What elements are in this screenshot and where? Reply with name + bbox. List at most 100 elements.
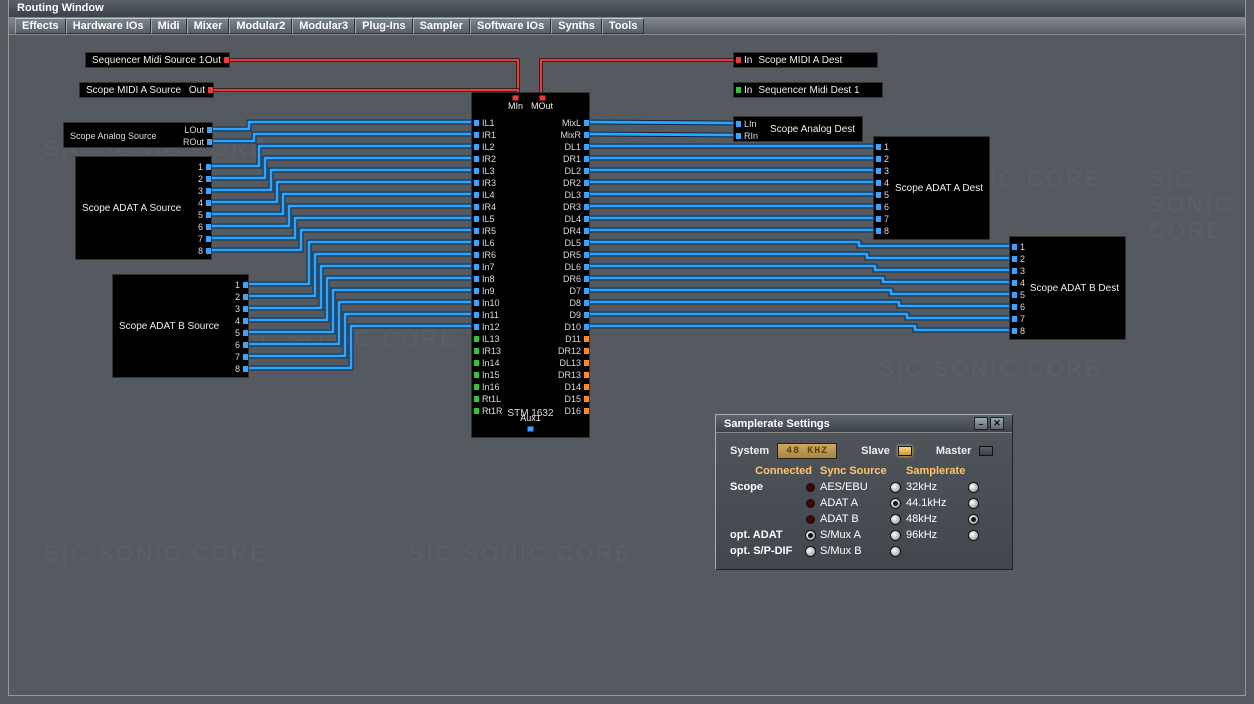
port-in-icon[interactable] (1012, 244, 1017, 250)
port-in-icon[interactable] (736, 121, 741, 127)
port-in-icon[interactable] (1012, 316, 1017, 322)
port-in-icon[interactable] (1012, 256, 1017, 262)
port-in-icon[interactable] (474, 156, 479, 162)
port-in-icon[interactable] (1012, 328, 1017, 334)
port-in-icon[interactable] (474, 288, 479, 294)
port-in-icon[interactable] (474, 144, 479, 150)
port-out-icon[interactable] (243, 366, 248, 372)
port-out-icon[interactable] (243, 306, 248, 312)
port-out-icon[interactable] (584, 288, 589, 294)
routing-canvas[interactable]: S|C SONIC CORE S|C SONIC CORE S|C SONIC … (9, 36, 1245, 695)
port-out-icon[interactable] (584, 312, 589, 318)
port-out-icon[interactable] (584, 372, 589, 378)
port-in-icon[interactable] (736, 133, 741, 139)
port-out-icon[interactable] (584, 168, 589, 174)
port-out-icon[interactable] (584, 300, 589, 306)
port-in-icon[interactable] (474, 228, 479, 234)
port-in-icon[interactable] (474, 192, 479, 198)
menu-item-mixer[interactable]: Mixer (187, 18, 230, 34)
port-in-icon[interactable] (474, 348, 479, 354)
port-out-icon[interactable] (224, 57, 229, 63)
node-sequencer-midi-source[interactable]: Sequencer Midi Source 1 Out (85, 52, 230, 68)
port-in-icon[interactable] (474, 300, 479, 306)
port-in-icon[interactable] (474, 240, 479, 246)
menu-item-hardware-ios[interactable]: Hardware IOs (66, 18, 151, 34)
port-in-icon[interactable] (474, 180, 479, 186)
port-out-icon[interactable] (584, 204, 589, 210)
port-out-icon[interactable] (584, 180, 589, 186)
sync-source-radio[interactable] (890, 546, 901, 557)
port-in-icon[interactable] (474, 384, 479, 390)
port-out-icon[interactable] (206, 224, 211, 230)
port-out-icon[interactable] (206, 164, 211, 170)
samplerate-radio[interactable] (968, 514, 979, 525)
menu-item-plug-ins[interactable]: Plug-Ins (355, 18, 412, 34)
menu-item-effects[interactable]: Effects (15, 18, 66, 34)
port-out-icon[interactable] (207, 139, 212, 145)
sync-source-radio[interactable] (890, 498, 901, 509)
samplerate-radio[interactable] (968, 482, 979, 493)
menu-item-modular3[interactable]: Modular3 (292, 18, 355, 34)
port-in-icon[interactable] (474, 168, 479, 174)
menu-item-modular2[interactable]: Modular2 (229, 18, 292, 34)
menu-item-sampler[interactable]: Sampler (413, 18, 470, 34)
port-out-icon[interactable] (243, 294, 248, 300)
port-in-icon[interactable] (474, 324, 479, 330)
node-scope-midi-a-source[interactable]: Scope MIDI A Source Out (79, 82, 214, 98)
sync-source-radio[interactable] (890, 530, 901, 541)
window-titlebar[interactable]: Routing Window (9, 0, 1245, 18)
sync-source-radio[interactable] (890, 482, 901, 493)
port-in-icon[interactable] (474, 360, 479, 366)
port-out-icon[interactable] (243, 354, 248, 360)
port-out-icon[interactable] (243, 282, 248, 288)
port-out-icon[interactable] (584, 276, 589, 282)
menu-item-tools[interactable]: Tools (602, 18, 645, 34)
port-out-icon[interactable] (206, 248, 211, 254)
port-out-icon[interactable] (584, 132, 589, 138)
port-in-icon[interactable] (474, 252, 479, 258)
node-scope-midi-a-dest[interactable]: In Scope MIDI A Dest (733, 52, 878, 68)
port-in-icon[interactable] (474, 276, 479, 282)
port-out-icon[interactable] (243, 330, 248, 336)
port-in-icon[interactable] (876, 180, 881, 186)
port-in-icon[interactable] (474, 132, 479, 138)
samplerate-radio[interactable] (968, 530, 979, 541)
port-in-icon[interactable] (1012, 292, 1017, 298)
menu-item-software-ios[interactable]: Software IOs (470, 18, 551, 34)
port-out-icon[interactable] (584, 216, 589, 222)
port-in-icon[interactable] (1012, 304, 1017, 310)
port-in-icon[interactable] (876, 228, 881, 234)
node-scope-analog-dest[interactable]: LIn RIn Scope Analog Dest (733, 116, 863, 142)
port-out-icon[interactable] (584, 192, 589, 198)
port-out-icon[interactable] (208, 87, 213, 93)
node-stm-1632[interactable]: MIn MOut IL1IR1IL2IR2IL3IR3IL4IR4IL5IR5I… (471, 92, 590, 438)
node-scope-adat-b-dest[interactable]: Scope ADAT B Dest 12345678 (1009, 236, 1126, 340)
port-in-icon[interactable] (474, 336, 479, 342)
sync-source-radio[interactable] (890, 514, 901, 525)
port-in-icon[interactable] (876, 156, 881, 162)
port-in-icon[interactable] (876, 192, 881, 198)
close-button[interactable]: ✕ (990, 417, 1004, 430)
port-in-icon[interactable] (474, 120, 479, 126)
port-out-icon[interactable] (584, 348, 589, 354)
port-in-icon[interactable] (1012, 268, 1017, 274)
port-in-icon[interactable] (474, 204, 479, 210)
port-midi-out-icon[interactable] (539, 96, 545, 101)
port-out-icon[interactable] (243, 342, 248, 348)
port-midi-in-icon[interactable] (512, 96, 518, 101)
port-in-icon[interactable] (876, 144, 881, 150)
port-in-icon[interactable] (736, 87, 741, 93)
port-in-icon[interactable] (474, 216, 479, 222)
port-in-icon[interactable] (474, 396, 479, 402)
menu-item-synths[interactable]: Synths (551, 18, 602, 34)
port-out-icon[interactable] (206, 200, 211, 206)
node-sequencer-midi-dest[interactable]: In Sequencer Midi Dest 1 (733, 82, 883, 98)
port-out-icon[interactable] (584, 384, 589, 390)
node-scope-adat-a-dest[interactable]: Scope ADAT A Dest 12345678 (873, 136, 990, 240)
node-scope-adat-b-source[interactable]: Scope ADAT B Source 12345678 (112, 274, 249, 378)
port-out-icon[interactable] (206, 236, 211, 242)
port-out-icon[interactable] (584, 396, 589, 402)
master-led[interactable] (979, 446, 993, 456)
port-in-icon[interactable] (474, 372, 479, 378)
port-out-icon[interactable] (584, 324, 589, 330)
